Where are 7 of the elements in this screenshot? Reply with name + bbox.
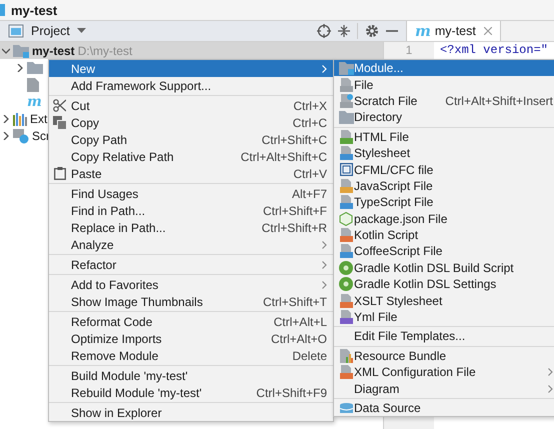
tree-label: Scr	[32, 128, 50, 142]
code-line: <?xml version="	[440, 43, 548, 57]
tree-path: D:\my-test	[78, 44, 132, 58]
tree-label: my-test	[32, 44, 75, 58]
tree-label: Ext	[30, 112, 48, 126]
window-title: my-test	[11, 2, 58, 18]
line-number: 1	[406, 43, 412, 57]
